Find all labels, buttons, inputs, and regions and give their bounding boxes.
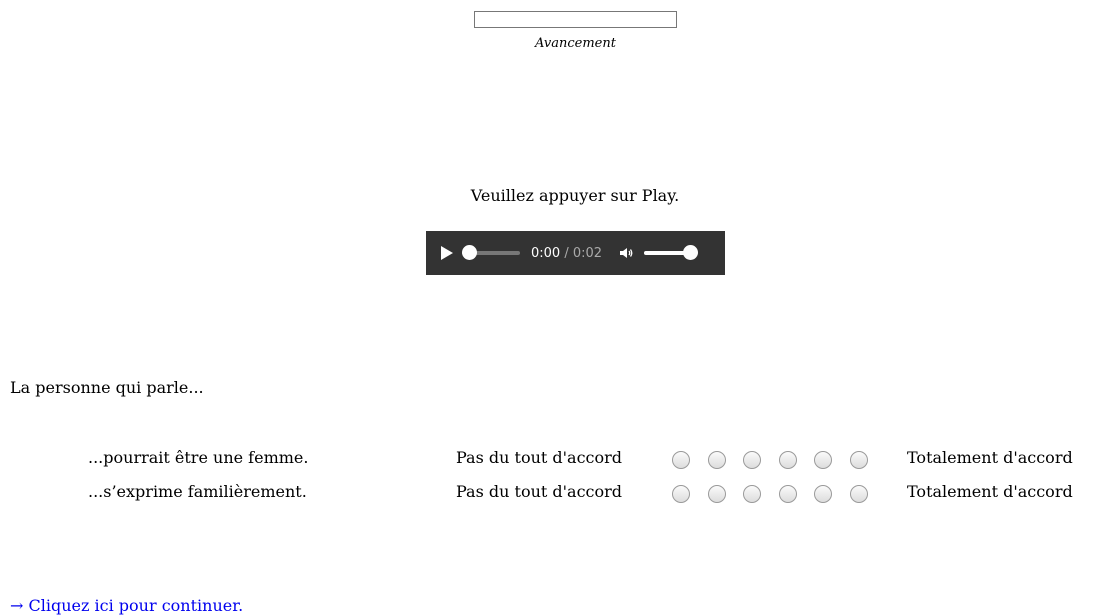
volume-slider[interactable] xyxy=(644,245,699,260)
scale-row: ...s’exprime familièrement. Pas du tout … xyxy=(0,482,1094,506)
likert-radio-3[interactable] xyxy=(743,485,761,503)
time-display: 0:00 / 0:02 xyxy=(531,246,602,261)
likert-radio-5[interactable] xyxy=(814,451,832,469)
statement-label: ...s’exprime familièrement. xyxy=(88,482,307,501)
left-anchor-label: Pas du tout d'accord xyxy=(456,482,623,501)
play-icon[interactable] xyxy=(441,246,453,260)
scale-row: ...pourrait être une femme. Pas du tout … xyxy=(0,448,1094,472)
left-anchor-label: Pas du tout d'accord xyxy=(456,448,623,467)
likert-radio-2[interactable] xyxy=(707,485,726,503)
likert-radio-1[interactable] xyxy=(672,485,690,503)
seek-handle[interactable] xyxy=(462,245,477,260)
total-time: / 0:02 xyxy=(564,245,603,261)
likert-radio-4[interactable] xyxy=(778,451,797,469)
progress-section: Avancement xyxy=(474,11,677,51)
progress-label: Avancement xyxy=(535,36,616,51)
seek-slider[interactable] xyxy=(462,245,520,260)
statement-label: ...pourrait être une femme. xyxy=(88,448,309,467)
likert-radio-6[interactable] xyxy=(849,485,868,503)
play-instruction: Veuillez appuyer sur Play. xyxy=(470,186,680,205)
volume-icon[interactable] xyxy=(618,245,634,261)
continue-link[interactable]: → Cliquez ici pour continuer. xyxy=(10,596,243,615)
progress-bar xyxy=(474,11,677,28)
audio-player[interactable]: 0:00 / 0:02 xyxy=(426,231,725,275)
volume-handle[interactable] xyxy=(683,245,699,260)
likert-radio-2[interactable] xyxy=(707,451,726,469)
likert-radio-3[interactable] xyxy=(743,451,761,469)
right-anchor-label: Totalement d'accord xyxy=(907,482,1073,501)
current-time: 0:00 xyxy=(531,245,561,261)
likert-radio-4[interactable] xyxy=(778,485,797,503)
question-intro: La personne qui parle... xyxy=(10,378,204,397)
likert-radio-5[interactable] xyxy=(814,485,832,503)
likert-radio-1[interactable] xyxy=(672,451,690,469)
likert-radio-6[interactable] xyxy=(849,451,868,469)
right-anchor-label: Totalement d'accord xyxy=(907,448,1073,467)
